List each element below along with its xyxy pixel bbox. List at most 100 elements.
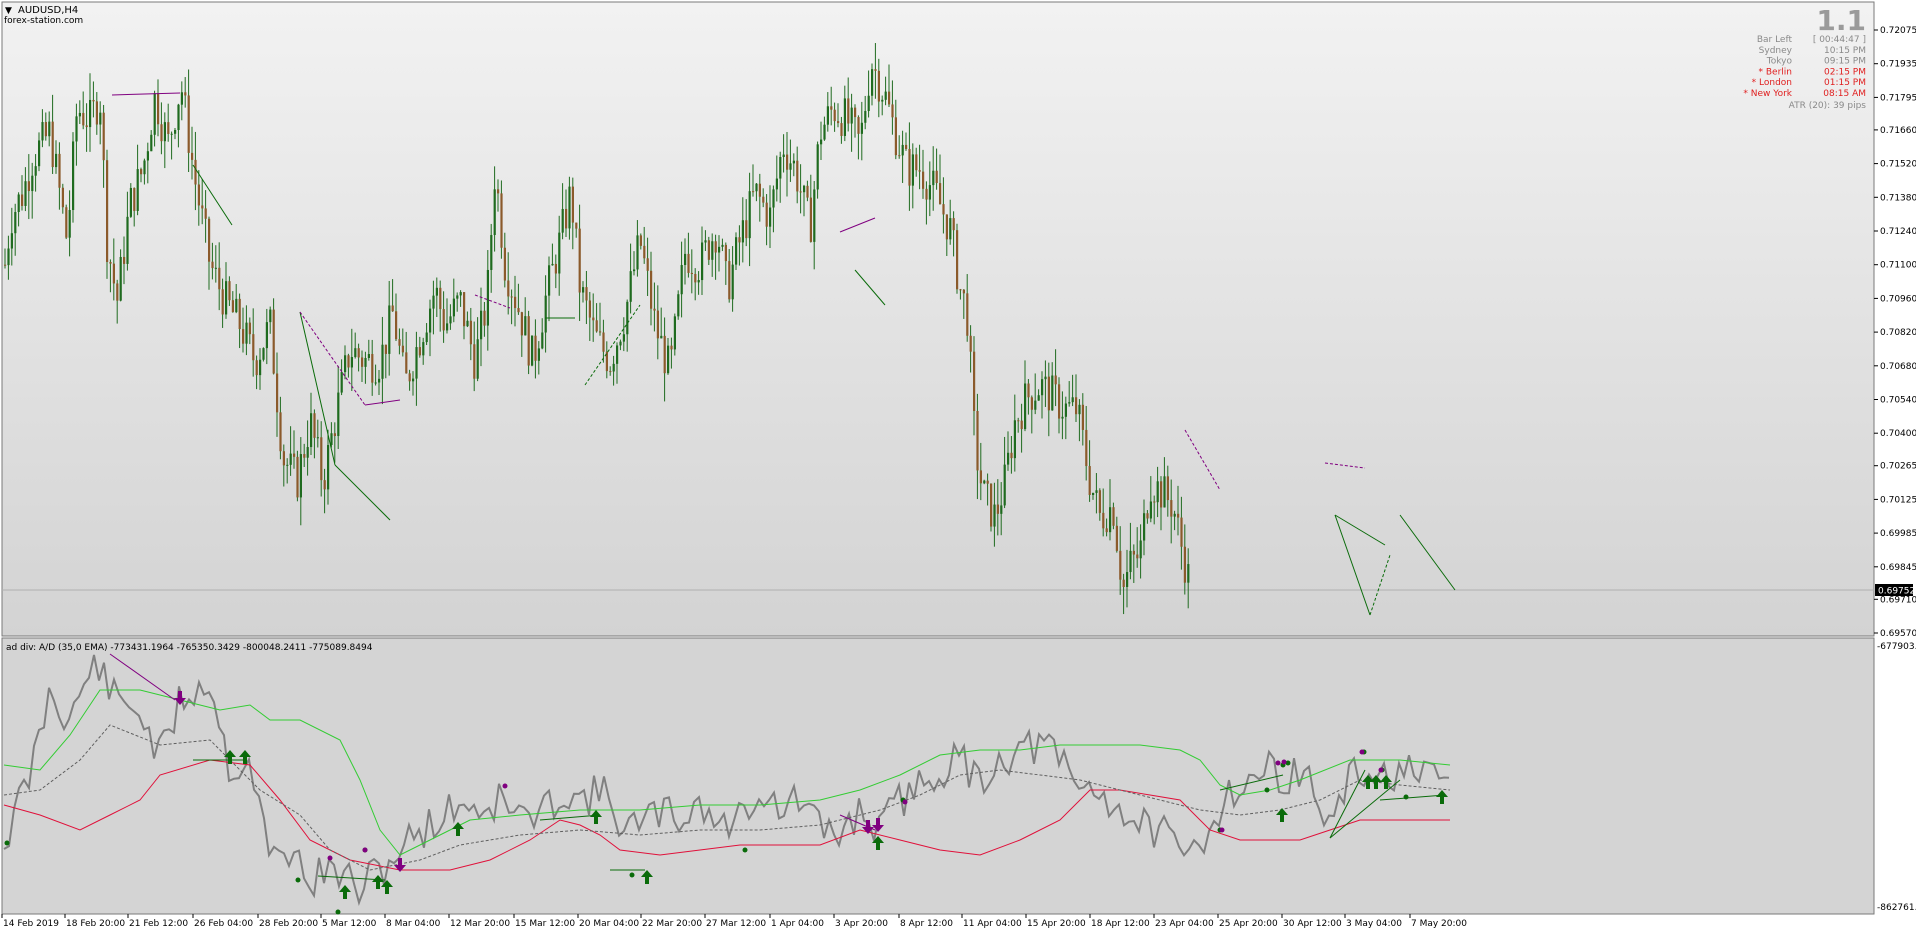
candle xyxy=(296,450,299,502)
indicator-panel[interactable]: ad div: A/D (35,0 EMA) -773431.1964 -765… xyxy=(1,637,1875,915)
price-tick-label: 0.71240 xyxy=(1880,227,1916,237)
candle xyxy=(735,232,738,270)
time-tick-label: 27 Mar 12:00 xyxy=(706,919,766,929)
time-tick-label: 1 Apr 04:00 xyxy=(771,919,824,929)
time-tick-label: 25 Apr 20:00 xyxy=(1219,919,1278,929)
time-tick-label: 18 Apr 12:00 xyxy=(1091,919,1150,929)
time-tick-label: 15 Mar 12:00 xyxy=(515,919,575,929)
signal-dot xyxy=(629,872,635,878)
candle xyxy=(531,335,534,367)
price-tick-label: 0.70125 xyxy=(1880,495,1916,505)
candle xyxy=(106,149,109,279)
candle xyxy=(72,132,75,223)
signal-dot xyxy=(362,847,368,853)
signal-dot xyxy=(295,877,301,883)
price-tick-label: 0.69710 xyxy=(1880,595,1916,605)
source-watermark: forex-station.com xyxy=(4,16,83,26)
session-row-value: 01:15 PM xyxy=(1824,78,1866,88)
signal-dot xyxy=(502,783,508,789)
indicator-title: ad div: A/D (35,0 EMA) -773431.1964 -765… xyxy=(6,643,373,653)
time-tick-label: 18 Feb 20:00 xyxy=(66,919,125,929)
time-tick-label: 15 Apr 20:00 xyxy=(1027,919,1086,929)
signal-dot xyxy=(1219,827,1225,833)
signal-dot xyxy=(742,847,748,853)
session-row-label: Tokyo xyxy=(1766,57,1793,67)
signal-dot xyxy=(1275,760,1281,766)
session-row-value: 10:15 PM xyxy=(1824,46,1866,56)
session-row-label: * London xyxy=(1752,78,1792,88)
indicator-scale-top: -677903.9 xyxy=(1877,642,1916,652)
session-row-value: [ 00:44:47 ] xyxy=(1813,35,1866,45)
indicator-scale-bottom: -862761.7 xyxy=(1877,903,1916,913)
price-tick-label: 0.70960 xyxy=(1880,294,1916,304)
time-tick-label: 14 Feb 2019 xyxy=(3,919,59,929)
price-tick-label: 0.70820 xyxy=(1880,328,1916,338)
time-tick-label: 8 Mar 04:00 xyxy=(386,919,441,929)
price-tick-label: 0.69845 xyxy=(1880,563,1916,573)
price-tick-label: 0.69570 xyxy=(1880,629,1916,639)
session-row-value: 08:15 AM xyxy=(1823,89,1866,99)
candle xyxy=(673,313,676,356)
price-panel-background xyxy=(1,1,1875,637)
session-row-label: Bar Left xyxy=(1757,35,1793,45)
indicator-panel-background xyxy=(1,637,1875,915)
signal-dot xyxy=(327,855,333,861)
price-tick-label: 0.71935 xyxy=(1880,60,1916,70)
price-tick-label: 0.71520 xyxy=(1880,160,1916,170)
price-axis[interactable]: 0.72075 0.71935 0.71795 0.71660 0.71520 0.713… xyxy=(1874,26,1916,639)
signal-dot xyxy=(1359,749,1365,755)
time-tick-label: 8 Apr 12:00 xyxy=(900,919,953,929)
signal-dot xyxy=(1378,767,1384,773)
version-label: 1.1 xyxy=(1816,4,1866,37)
price-tick-label: 0.70540 xyxy=(1880,396,1916,406)
candle xyxy=(129,183,132,218)
symbol-title: AUDUSD,H4 xyxy=(18,5,78,16)
atr-label: ATR (20): 39 pips xyxy=(1789,101,1867,111)
session-row-value: 09:15 PM xyxy=(1824,57,1866,67)
signal-dot xyxy=(4,840,10,846)
session-row-label: * New York xyxy=(1743,89,1792,99)
session-row-value: 02:15 PM xyxy=(1824,67,1866,77)
candle xyxy=(990,483,993,532)
time-tick-label: 5 Mar 12:00 xyxy=(322,919,377,929)
time-tick-label: 28 Feb 20:00 xyxy=(259,919,318,929)
price-tick-label: 0.71660 xyxy=(1880,126,1916,136)
candle xyxy=(677,290,680,320)
time-tick-label: 3 Apr 20:00 xyxy=(835,919,888,929)
signal-dot xyxy=(335,909,341,915)
signal-dot xyxy=(1264,787,1270,793)
current-price-tag: 0.69752 xyxy=(1875,584,1915,597)
time-tick-label: 11 Apr 04:00 xyxy=(963,919,1022,929)
price-tick-label: 0.69985 xyxy=(1880,529,1916,539)
price-tick-label: 0.71795 xyxy=(1880,93,1916,103)
session-row-label: Sydney xyxy=(1759,46,1793,56)
candle xyxy=(65,204,68,240)
candle xyxy=(262,347,265,362)
menu-triangle-icon[interactable]: ▼ xyxy=(5,6,12,16)
time-tick-label: 7 May 20:00 xyxy=(1411,919,1467,929)
time-tick-label: 12 Mar 20:00 xyxy=(450,919,510,929)
time-tick-label: 21 Feb 12:00 xyxy=(129,919,188,929)
candle xyxy=(956,223,959,294)
current-price-value: 0.69752 xyxy=(1878,587,1915,597)
session-row-label: * Berlin xyxy=(1759,67,1792,77)
price-tick-label: 0.70265 xyxy=(1880,462,1916,472)
candle xyxy=(527,310,530,375)
signal-dot xyxy=(1281,759,1287,765)
price-tick-label: 0.71380 xyxy=(1880,193,1916,203)
time-tick-label: 20 Mar 04:00 xyxy=(579,919,639,929)
candle xyxy=(272,298,275,375)
price-panel[interactable]: ▼ AUDUSD,H4 forex-station.com 1.1 Bar Le… xyxy=(1,1,1875,637)
price-tick-label: 0.70680 xyxy=(1880,362,1916,372)
time-tick-label: 30 Apr 12:00 xyxy=(1283,919,1342,929)
time-tick-label: 3 May 04:00 xyxy=(1346,919,1402,929)
signal-dot xyxy=(902,799,908,805)
candle xyxy=(119,249,122,302)
signal-dot xyxy=(1403,794,1409,800)
time-axis[interactable]: 14 Feb 2019 18 Feb 20:00 21 Feb 12:00 26 Fe… xyxy=(1,914,1467,929)
time-tick-label: 26 Feb 04:00 xyxy=(194,919,253,929)
price-tick-label: 0.70400 xyxy=(1880,429,1916,439)
mt4-chart-window: ▼ AUDUSD,H4 forex-station.com 1.1 Bar Le… xyxy=(1,1,1916,929)
time-tick-label: 23 Apr 04:00 xyxy=(1155,919,1214,929)
price-tick-label: 0.72075 xyxy=(1880,26,1916,36)
